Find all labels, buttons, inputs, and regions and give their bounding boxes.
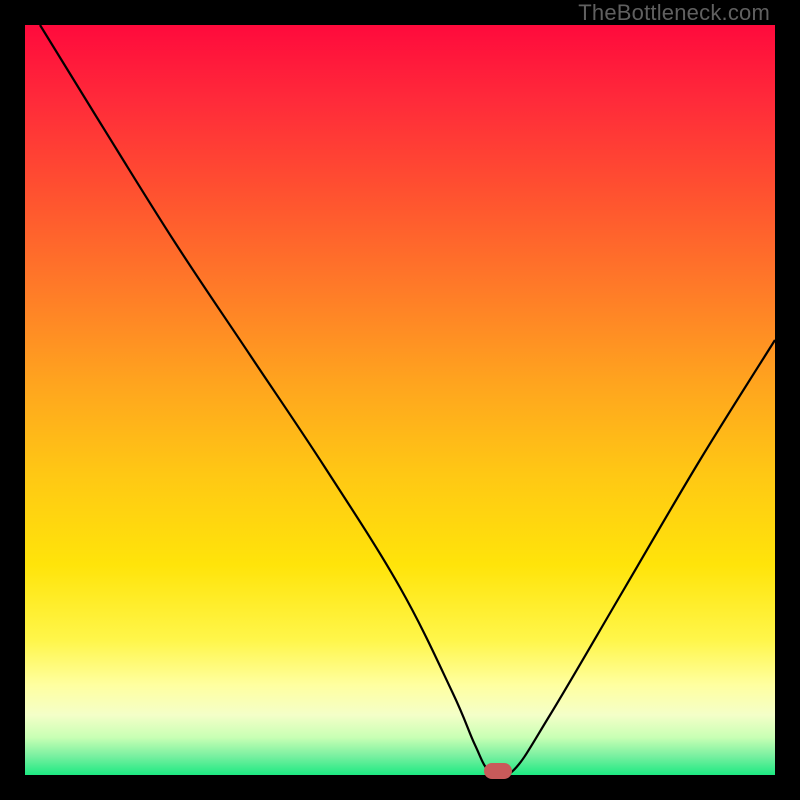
- watermark-text: TheBottleneck.com: [578, 0, 770, 26]
- plot-area: [25, 25, 775, 775]
- chart-background: [25, 25, 775, 775]
- optimal-point-marker: [484, 763, 512, 779]
- chart-canvas: [25, 25, 775, 775]
